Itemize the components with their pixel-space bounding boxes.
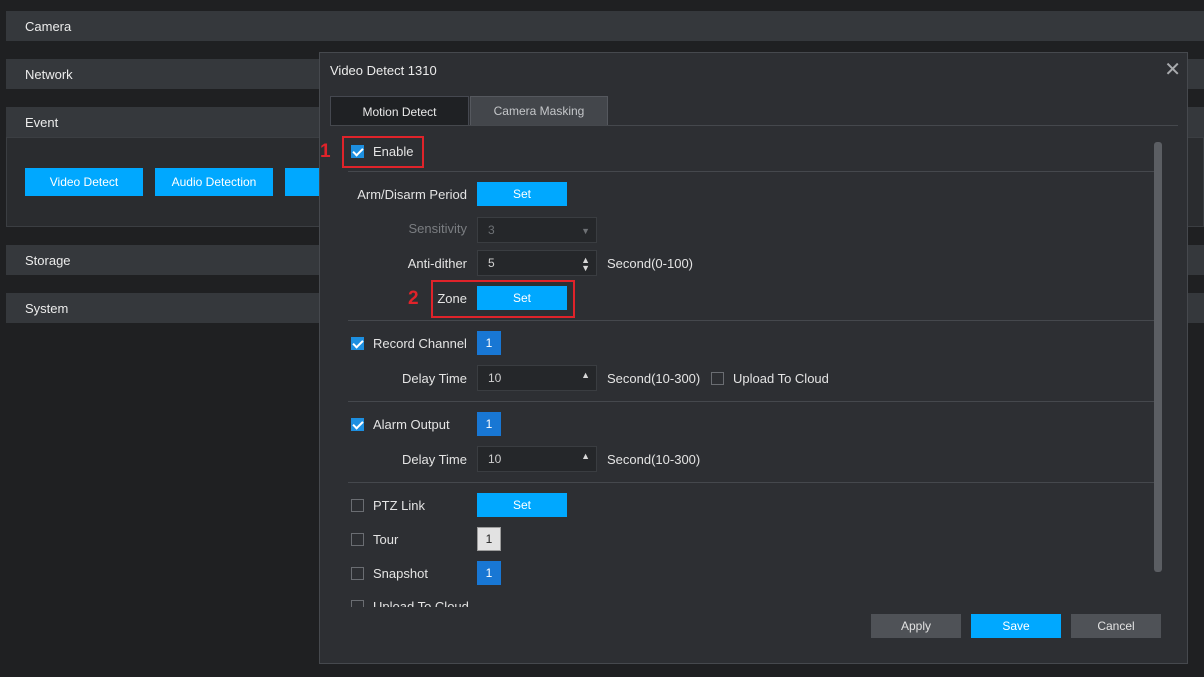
section-camera-label: Camera — [25, 19, 72, 34]
divider — [348, 320, 1156, 321]
ptz-link-checkbox[interactable] — [351, 499, 364, 512]
tab-motion-detect[interactable]: Motion Detect — [330, 96, 469, 126]
divider — [348, 401, 1156, 402]
video-detect-button[interactable]: Video Detect — [25, 168, 143, 196]
ptz-link-set-button[interactable]: Set — [477, 493, 567, 517]
divider — [348, 482, 1156, 483]
stepper-up-icon[interactable]: ▲ — [581, 451, 590, 461]
arm-disarm-label: Arm/Disarm Period — [357, 187, 467, 202]
enable-checkbox[interactable] — [351, 145, 364, 158]
scroll-clip: Upload To Cloud — [320, 593, 1150, 607]
zone-label: Zone — [437, 291, 467, 306]
dialog-title: Video Detect 1310 — [330, 63, 437, 78]
alarm-output-label: Alarm Output — [373, 417, 450, 432]
upload-to-cloud-2-checkbox[interactable] — [351, 600, 364, 607]
section-network-label: Network — [25, 67, 73, 82]
alarm-output-checkbox[interactable] — [351, 418, 364, 431]
chevron-down-icon: ▼ — [581, 226, 590, 236]
record-channel-1[interactable]: 1 — [477, 331, 501, 355]
record-delay-stepper[interactable]: 10 ▲ — [477, 365, 597, 391]
record-delay-label: Delay Time — [401, 371, 467, 386]
scrollbar-thumb[interactable] — [1154, 142, 1162, 572]
zone-set-button[interactable]: Set — [477, 286, 567, 310]
save-button[interactable]: Save — [971, 614, 1061, 638]
upload-to-cloud-checkbox[interactable] — [711, 372, 724, 385]
record-delay-unit: Second(10-300) — [607, 371, 701, 386]
audio-detection-button[interactable]: Audio Detection — [155, 168, 273, 196]
alarm-delay-label: Delay Time — [401, 452, 467, 467]
snapshot-channel-1[interactable]: 1 — [477, 561, 501, 585]
close-icon[interactable]: ✕ — [1164, 57, 1181, 82]
stepper-up-icon[interactable]: ▲ — [581, 370, 590, 380]
alarm-delay-stepper[interactable]: 10 ▲ — [477, 446, 597, 472]
anti-dither-unit: Second(0-100) — [607, 256, 693, 271]
tab-camera-masking[interactable]: Camera Masking — [470, 96, 608, 126]
section-event-label: Event — [25, 115, 59, 130]
section-storage-label: Storage — [25, 253, 71, 268]
tab-underline — [330, 125, 1178, 126]
upload-to-cloud-2-label: Upload To Cloud — [373, 599, 469, 607]
sensitivity-value: 3 — [488, 223, 495, 237]
cancel-button[interactable]: Cancel — [1071, 614, 1161, 638]
anti-dither-label: Anti-dither — [407, 256, 467, 271]
alarm-delay-value: 10 — [488, 452, 502, 466]
record-delay-value: 10 — [488, 371, 502, 385]
tour-checkbox[interactable] — [351, 533, 364, 546]
snapshot-checkbox[interactable] — [351, 567, 364, 580]
divider — [348, 171, 1156, 172]
alarm-delay-unit: Second(10-300) — [607, 452, 701, 467]
arm-disarm-set-button[interactable]: Set — [477, 182, 567, 206]
stepper-down-icon[interactable]: ▼ — [581, 263, 590, 273]
apply-button[interactable]: Apply — [871, 614, 961, 638]
snapshot-label: Snapshot — [373, 566, 428, 581]
section-camera[interactable]: Camera — [6, 11, 1204, 41]
sensitivity-select[interactable]: 3 ▼ — [477, 217, 597, 243]
enable-label: Enable — [373, 144, 414, 159]
upload-to-cloud-label: Upload To Cloud — [733, 371, 829, 386]
anti-dither-value: 5 — [488, 256, 495, 270]
tour-channel-1[interactable]: 1 — [477, 527, 501, 551]
anti-dither-stepper[interactable]: 5 ▲ ▼ — [477, 250, 597, 276]
tour-label: Tour — [373, 532, 399, 547]
video-detect-dialog: Video Detect 1310 ✕ Motion Detect Camera… — [319, 52, 1188, 664]
ptz-link-label: PTZ Link — [373, 498, 426, 513]
annotation-number-1: 1 — [320, 141, 331, 162]
sensitivity-label: Sensitivity — [408, 221, 467, 236]
alarm-output-1[interactable]: 1 — [477, 412, 501, 436]
record-channel-checkbox[interactable] — [351, 337, 364, 350]
section-system-label: System — [25, 301, 69, 316]
record-channel-label: Record Channel — [373, 336, 467, 351]
